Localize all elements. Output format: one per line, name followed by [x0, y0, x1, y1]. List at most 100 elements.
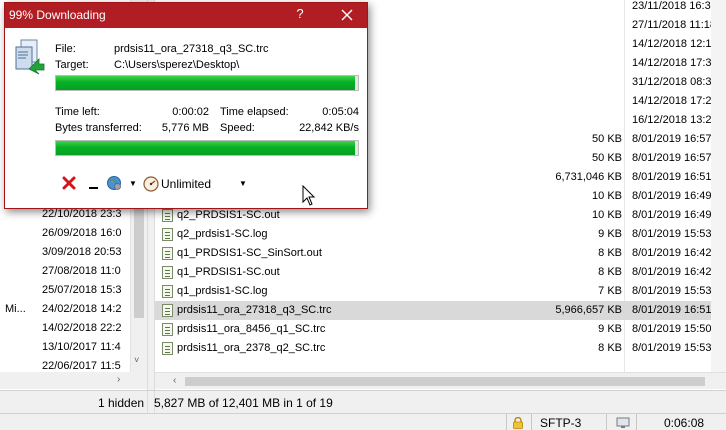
- file-date: 8/01/2019 16:42:4: [632, 247, 721, 259]
- protocol-label: SFTP-3: [540, 416, 582, 430]
- file-date: 8/01/2019 15:53:4: [632, 285, 721, 297]
- text-file-icon: [162, 228, 173, 241]
- table-row[interactable]: q1_PRDSIS1-SC_SinSort.out 8 KB 8/01/2019 1…: [155, 244, 726, 263]
- file-size: 6,731,046 KB: [555, 171, 622, 183]
- scroll-right-arrow-icon[interactable]: ›: [117, 374, 120, 385]
- table-row[interactable]: prdsis11_ora_8456_q1_SC.trc 9 KB 8/01/2019…: [155, 320, 726, 339]
- table-row[interactable]: prdsis11_ora_27318_q3_SC.trc 5,966,657 KB…: [155, 301, 726, 320]
- bytes-transferred-value: 5,776 MB: [161, 122, 209, 134]
- dialog-title: 99% Downloading: [9, 8, 106, 22]
- connection-status-bar: SFTP-3 0:06:08: [0, 413, 726, 430]
- file-date: 8/01/2019 16:42:4: [632, 266, 721, 278]
- status-divider: [506, 414, 507, 430]
- scroll-left-arrow-icon[interactable]: ‹: [173, 375, 176, 386]
- session-time: 0:06:08: [664, 416, 705, 430]
- file-date: 25/07/2018 15:3: [42, 284, 122, 296]
- text-file-icon: [162, 304, 173, 317]
- file-size: 8 KB: [598, 247, 622, 259]
- file-date: 13/10/2017 11:4: [42, 341, 121, 353]
- speed-limit-selector[interactable]: Unlimited: [161, 177, 211, 191]
- mouse-cursor-icon: [302, 185, 316, 206]
- download-progress-dialog: 99% Downloading ? File: prdsis11_ora_273…: [4, 2, 368, 209]
- status-divider: [531, 414, 532, 430]
- file-size: 7 KB: [598, 285, 622, 297]
- minimize-icon[interactable]: [89, 187, 98, 189]
- file-size: 9 KB: [598, 228, 622, 240]
- speedometer-icon[interactable]: [143, 176, 159, 192]
- file-date: 14/02/2018 22:2: [42, 322, 122, 334]
- file-date: 14/12/2018 17:29: [632, 95, 718, 107]
- file-name: prdsis11_ora_8456_q1_SC.trc: [177, 323, 326, 335]
- table-row[interactable]: q1_prdsis1-SC.log 7 KB 8/01/2019 15:53:4: [155, 282, 726, 301]
- target-label: Target:: [55, 59, 89, 71]
- background-transfer-icon[interactable]: [106, 175, 122, 191]
- text-file-icon: [162, 266, 173, 279]
- text-file-icon: [162, 342, 173, 355]
- file-name: q1_PRDSIS1-SC.out: [177, 266, 280, 278]
- speed-limit-dropdown-arrow-icon[interactable]: ▼: [239, 179, 247, 188]
- table-row[interactable]: q1_PRDSIS1-SC.out 8 KB 8/01/2019 16:42:4: [155, 263, 726, 282]
- dialog-title-bar[interactable]: 99% Downloading ?: [5, 3, 367, 28]
- speed-label: Speed:: [220, 122, 255, 134]
- file-date: 8/01/2019 15:50:5: [632, 323, 721, 335]
- background-dropdown-arrow-icon[interactable]: ▼: [129, 179, 137, 188]
- bytes-transferred-label: Bytes transferred:: [55, 122, 142, 134]
- remote-panel-vertical-scrollbar[interactable]: [711, 0, 726, 372]
- file-name: q1_PRDSIS1-SC_SinSort.out: [177, 247, 322, 259]
- total-progress-fill: [56, 141, 355, 155]
- file-name: Mi...: [5, 303, 26, 315]
- monitor-icon[interactable]: [616, 417, 630, 429]
- speed-value: 22,842 KB/s: [299, 122, 359, 134]
- status-divider: [606, 414, 607, 430]
- file-name: prdsis11_ora_2378_q2_SC.trc: [177, 342, 326, 354]
- file-size: 5,966,657 KB: [555, 304, 622, 316]
- file-date: 24/02/2018 14:2: [42, 303, 122, 315]
- file-size: 50 KB: [592, 133, 622, 145]
- lock-icon: [513, 417, 523, 429]
- file-date: 14/12/2018 17:33: [632, 57, 718, 69]
- file-date: 14/12/2018 12:15: [632, 38, 718, 50]
- cancel-icon[interactable]: [62, 176, 76, 190]
- close-icon: [341, 9, 353, 21]
- file-date: 8/01/2019 16:57:0: [632, 152, 721, 164]
- scroll-down-arrow-icon[interactable]: ˅: [134, 355, 139, 365]
- text-file-icon: [162, 285, 173, 298]
- selection-summary: 5,827 MB of 12,401 MB in 1 of 19: [154, 396, 333, 410]
- text-file-icon: [162, 323, 173, 336]
- file-date: 8/01/2019 15:53:4: [632, 342, 721, 354]
- time-left-label: Time left:: [55, 106, 100, 118]
- file-date: 16/12/2018 13:22: [632, 114, 718, 126]
- file-date: 27/11/2018 11:18: [632, 19, 717, 31]
- file-name-value: prdsis11_ora_27318_q3_SC.trc: [114, 43, 269, 55]
- table-row[interactable]: prdsis11_ora_2378_q2_SC.trc 8 KB 8/01/2019…: [155, 339, 726, 358]
- file-name: prdsis11_ora_27318_q3_SC.trc: [177, 304, 332, 316]
- selection-status-bar: 1 hidden 5,827 MB of 12,401 MB in 1 of 1…: [0, 390, 726, 414]
- file-size: 8 KB: [598, 266, 622, 278]
- file-date: 31/12/2018 08:34: [632, 76, 718, 88]
- table-row[interactable]: q2_prdsis1-SC.log 9 KB 8/01/2019 15:53:4: [155, 225, 726, 244]
- text-file-icon: [162, 209, 173, 222]
- file-date: 3/09/2018 20:53: [42, 246, 122, 258]
- file-date: 22/06/2017 11:5: [42, 360, 121, 372]
- local-panel-horizontal-scrollbar[interactable]: ›: [0, 372, 147, 389]
- close-button[interactable]: [331, 3, 363, 28]
- file-copy-icon: [15, 39, 45, 75]
- hidden-files-count: 1 hidden: [98, 396, 145, 410]
- file-size: 50 KB: [592, 152, 622, 164]
- text-file-icon: [162, 247, 173, 260]
- file-date: 8/01/2019 16:51:2: [632, 304, 721, 316]
- total-progress-bar: [55, 140, 359, 156]
- file-date: 8/01/2019 15:53:4: [632, 228, 721, 240]
- remote-panel-horizontal-scrollbar[interactable]: ‹: [155, 372, 726, 389]
- target-path-value: C:\Users\sperez\Desktop\: [114, 59, 240, 71]
- file-date: 27/08/2018 11:0: [42, 265, 121, 277]
- file-date: 8/01/2019 16:57:4: [632, 133, 721, 145]
- scrollbar-thumb[interactable]: [185, 377, 705, 386]
- help-button[interactable]: ?: [292, 6, 308, 21]
- time-elapsed-label: Time elapsed:: [220, 106, 289, 118]
- file-size: 10 KB: [592, 190, 622, 202]
- file-label: File:: [55, 43, 76, 55]
- file-date: 8/01/2019 16:49:2: [632, 190, 721, 202]
- file-progress-bar: [55, 75, 359, 91]
- file-size: 8 KB: [598, 342, 622, 354]
